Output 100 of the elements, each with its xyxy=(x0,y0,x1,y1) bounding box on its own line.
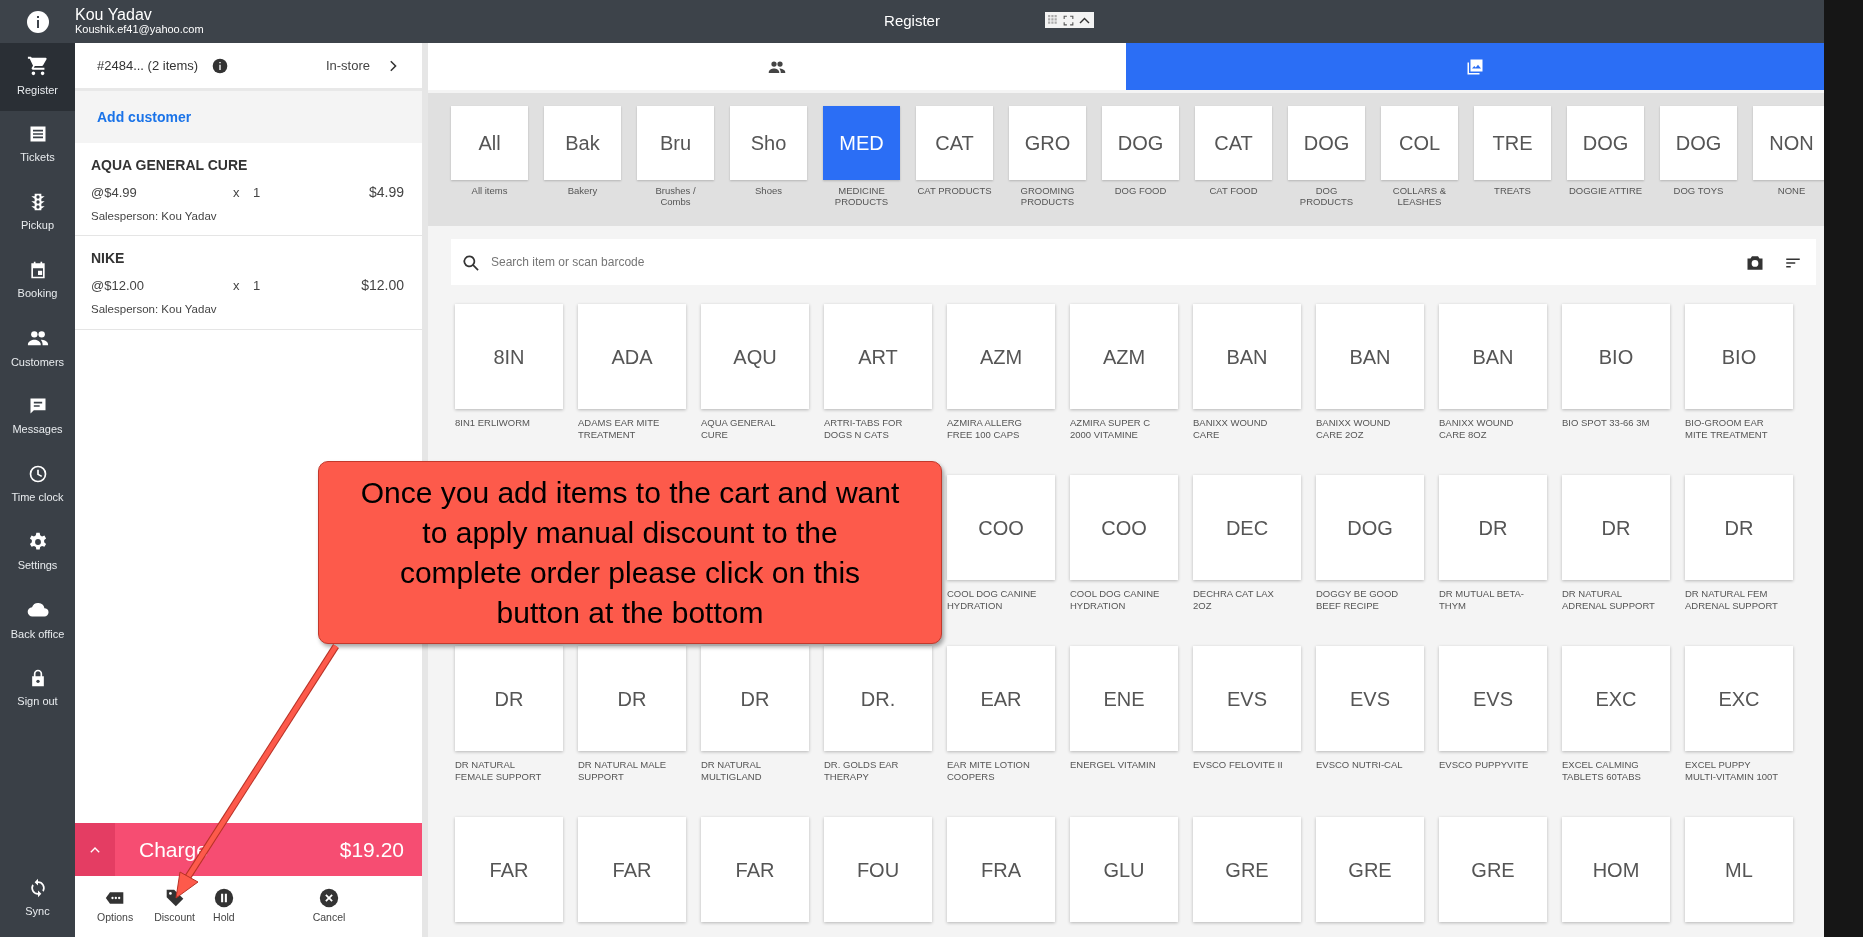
sidebar-item[interactable]: Sign out xyxy=(0,655,75,723)
product-tile[interactable]: FAR xyxy=(578,817,686,922)
category-button[interactable]: DOG xyxy=(1288,106,1365,180)
category-button[interactable]: CAT xyxy=(1195,106,1272,180)
order-type-button[interactable]: In-store xyxy=(325,55,402,76)
expand-button[interactable] xyxy=(75,823,115,876)
product-tile[interactable]: AZM xyxy=(1070,304,1178,409)
category-button[interactable]: DOG xyxy=(1102,106,1179,180)
sync-button[interactable]: Sync xyxy=(0,865,75,933)
product-tile[interactable]: DR xyxy=(1439,475,1547,580)
action-button[interactable]: Cancel xyxy=(312,887,346,926)
product-tile[interactable]: GRE xyxy=(1193,817,1301,922)
action-button[interactable]: Hold xyxy=(213,887,235,926)
product-tile[interactable]: BIO xyxy=(1685,304,1793,409)
sidebar-item[interactable]: Pickup xyxy=(0,179,75,247)
category-button[interactable]: Bru xyxy=(637,106,714,180)
category-label: TREATS xyxy=(1493,185,1532,196)
sidebar-item[interactable]: Customers xyxy=(0,315,75,383)
product-tile[interactable]: ENE xyxy=(1070,646,1178,751)
product-name: 8IN1 ERLIWORM xyxy=(455,417,531,429)
product-tile[interactable]: DEC xyxy=(1193,475,1301,580)
category-label: DOGGIE ATTIRE xyxy=(1567,185,1644,196)
product-tile[interactable]: EVS xyxy=(1193,646,1301,751)
category-button[interactable]: NON xyxy=(1753,106,1824,180)
product-tile[interactable]: DR xyxy=(1562,475,1670,580)
product-name: ADAMS EAR MITE TREATMENT xyxy=(578,417,661,440)
category-button[interactable]: DOG xyxy=(1660,106,1737,180)
product-tile[interactable]: FAR xyxy=(701,817,809,922)
product-tile[interactable]: BAN xyxy=(1316,304,1424,409)
product-tile[interactable]: EXC xyxy=(1562,646,1670,751)
category-label: MEDICINE PRODUCTS xyxy=(833,185,890,207)
salesperson: Salesperson: Kou Yadav xyxy=(91,209,218,224)
product-tile[interactable]: FAR xyxy=(455,817,563,922)
product-name: AZMIRA ALLERG FREE 100 CAPS xyxy=(947,417,1023,440)
product-tile[interactable]: BAN xyxy=(1193,304,1301,409)
product-tile[interactable]: DR xyxy=(701,646,809,751)
product-tile[interactable]: COO xyxy=(947,475,1055,580)
sidebar-item[interactable]: Tickets xyxy=(0,111,75,179)
product-tile[interactable]: HOM xyxy=(1562,817,1670,922)
search-field[interactable]: Search item or scan barcode xyxy=(489,252,1738,272)
cart-item[interactable]: AQUA GENERAL CURE @$4.99 x 1 $4.99 Salesperson: Kou Yadav xyxy=(75,143,422,237)
sidebar-item[interactable]: Messages xyxy=(0,383,75,451)
product-tile[interactable]: EAR xyxy=(947,646,1055,751)
product-name: AZMIRA SUPER C 2000 VITAMINE xyxy=(1070,417,1152,440)
action-button[interactable]: Options xyxy=(97,887,134,926)
product-tile[interactable]: EVS xyxy=(1316,646,1424,751)
product-tile[interactable]: AZM xyxy=(947,304,1055,409)
category-button[interactable]: COL xyxy=(1381,106,1458,180)
product-tile[interactable]: GRE xyxy=(1316,817,1424,922)
product-tile[interactable]: COO xyxy=(1070,475,1178,580)
product-name: EXCEL CALMING TABLETS 60TABS xyxy=(1562,759,1642,782)
category-button[interactable]: TRE xyxy=(1474,106,1551,180)
category-button[interactable]: GRO xyxy=(1009,106,1086,180)
item-quantity: x 1 xyxy=(233,277,262,295)
cancel-icon xyxy=(319,887,339,908)
product-tile[interactable]: FRA xyxy=(947,817,1055,922)
tab[interactable] xyxy=(1126,43,1824,90)
product-tile[interactable]: GRE xyxy=(1439,817,1547,922)
item-name: NIKE xyxy=(91,249,126,269)
product-tile[interactable]: DR xyxy=(455,646,563,751)
sidebar-item[interactable]: Register xyxy=(0,43,75,111)
category-button[interactable]: Sho xyxy=(730,106,807,180)
product-name: EAR MITE LOTION COOPERS xyxy=(947,759,1031,782)
product-name: DR NATURAL FEM ADRENAL SUPPORT xyxy=(1685,588,1779,611)
product-tile[interactable]: ML xyxy=(1685,817,1793,922)
category-button[interactable]: DOG xyxy=(1567,106,1644,180)
product-tile[interactable]: DR. xyxy=(824,646,932,751)
product-tile[interactable]: DR xyxy=(578,646,686,751)
product-tile[interactable]: EVS xyxy=(1439,646,1547,751)
product-tile[interactable]: GLU xyxy=(1070,817,1178,922)
product-tile[interactable]: BIO xyxy=(1562,304,1670,409)
product-name: BANIXX WOUND CARE 2OZ xyxy=(1316,417,1392,440)
user-email: Koushik.ef41@yahoo.com xyxy=(75,23,204,36)
product-tile[interactable]: ADA xyxy=(578,304,686,409)
product-tile[interactable]: ART xyxy=(824,304,932,409)
product-tile[interactable]: BAN xyxy=(1439,304,1547,409)
category-button[interactable]: MED xyxy=(823,106,900,180)
product-tile[interactable]: 8IN xyxy=(455,304,563,409)
sidebar-item[interactable]: Settings xyxy=(0,519,75,587)
search-bar[interactable]: Search item or scan barcode xyxy=(451,239,1816,285)
sidebar-item[interactable]: Booking xyxy=(0,247,75,315)
product-tile[interactable]: DR xyxy=(1685,475,1793,580)
category-label: Brushes / Combs xyxy=(654,185,697,207)
sidebar-item[interactable]: Time clock xyxy=(0,451,75,519)
item-quantity: x 1 xyxy=(233,183,262,202)
category-button[interactable]: All xyxy=(451,106,528,180)
product-tile[interactable]: FOU xyxy=(824,817,932,922)
product-tile[interactable]: DOG xyxy=(1316,475,1424,580)
callout: Once you add items to the cart and want to apply manual discount to the complete order please click on this button at the bottom xyxy=(318,461,942,644)
camera-icon xyxy=(1746,253,1764,272)
cart-icon xyxy=(26,55,49,78)
product-tile[interactable]: EXC xyxy=(1685,646,1793,751)
gear-icon xyxy=(27,532,48,553)
cart-item[interactable]: NIKE @$12.00 x 1 $12.00 Salesperson: Kou Yadav xyxy=(75,236,422,330)
category-button[interactable]: Bak xyxy=(544,106,621,180)
sidebar-item[interactable]: Back office xyxy=(0,587,75,655)
add-customer-link[interactable]: Add customer xyxy=(97,106,192,128)
product-tile[interactable]: AQU xyxy=(701,304,809,409)
category-button[interactable]: CAT xyxy=(916,106,993,180)
clock-icon xyxy=(27,464,48,485)
